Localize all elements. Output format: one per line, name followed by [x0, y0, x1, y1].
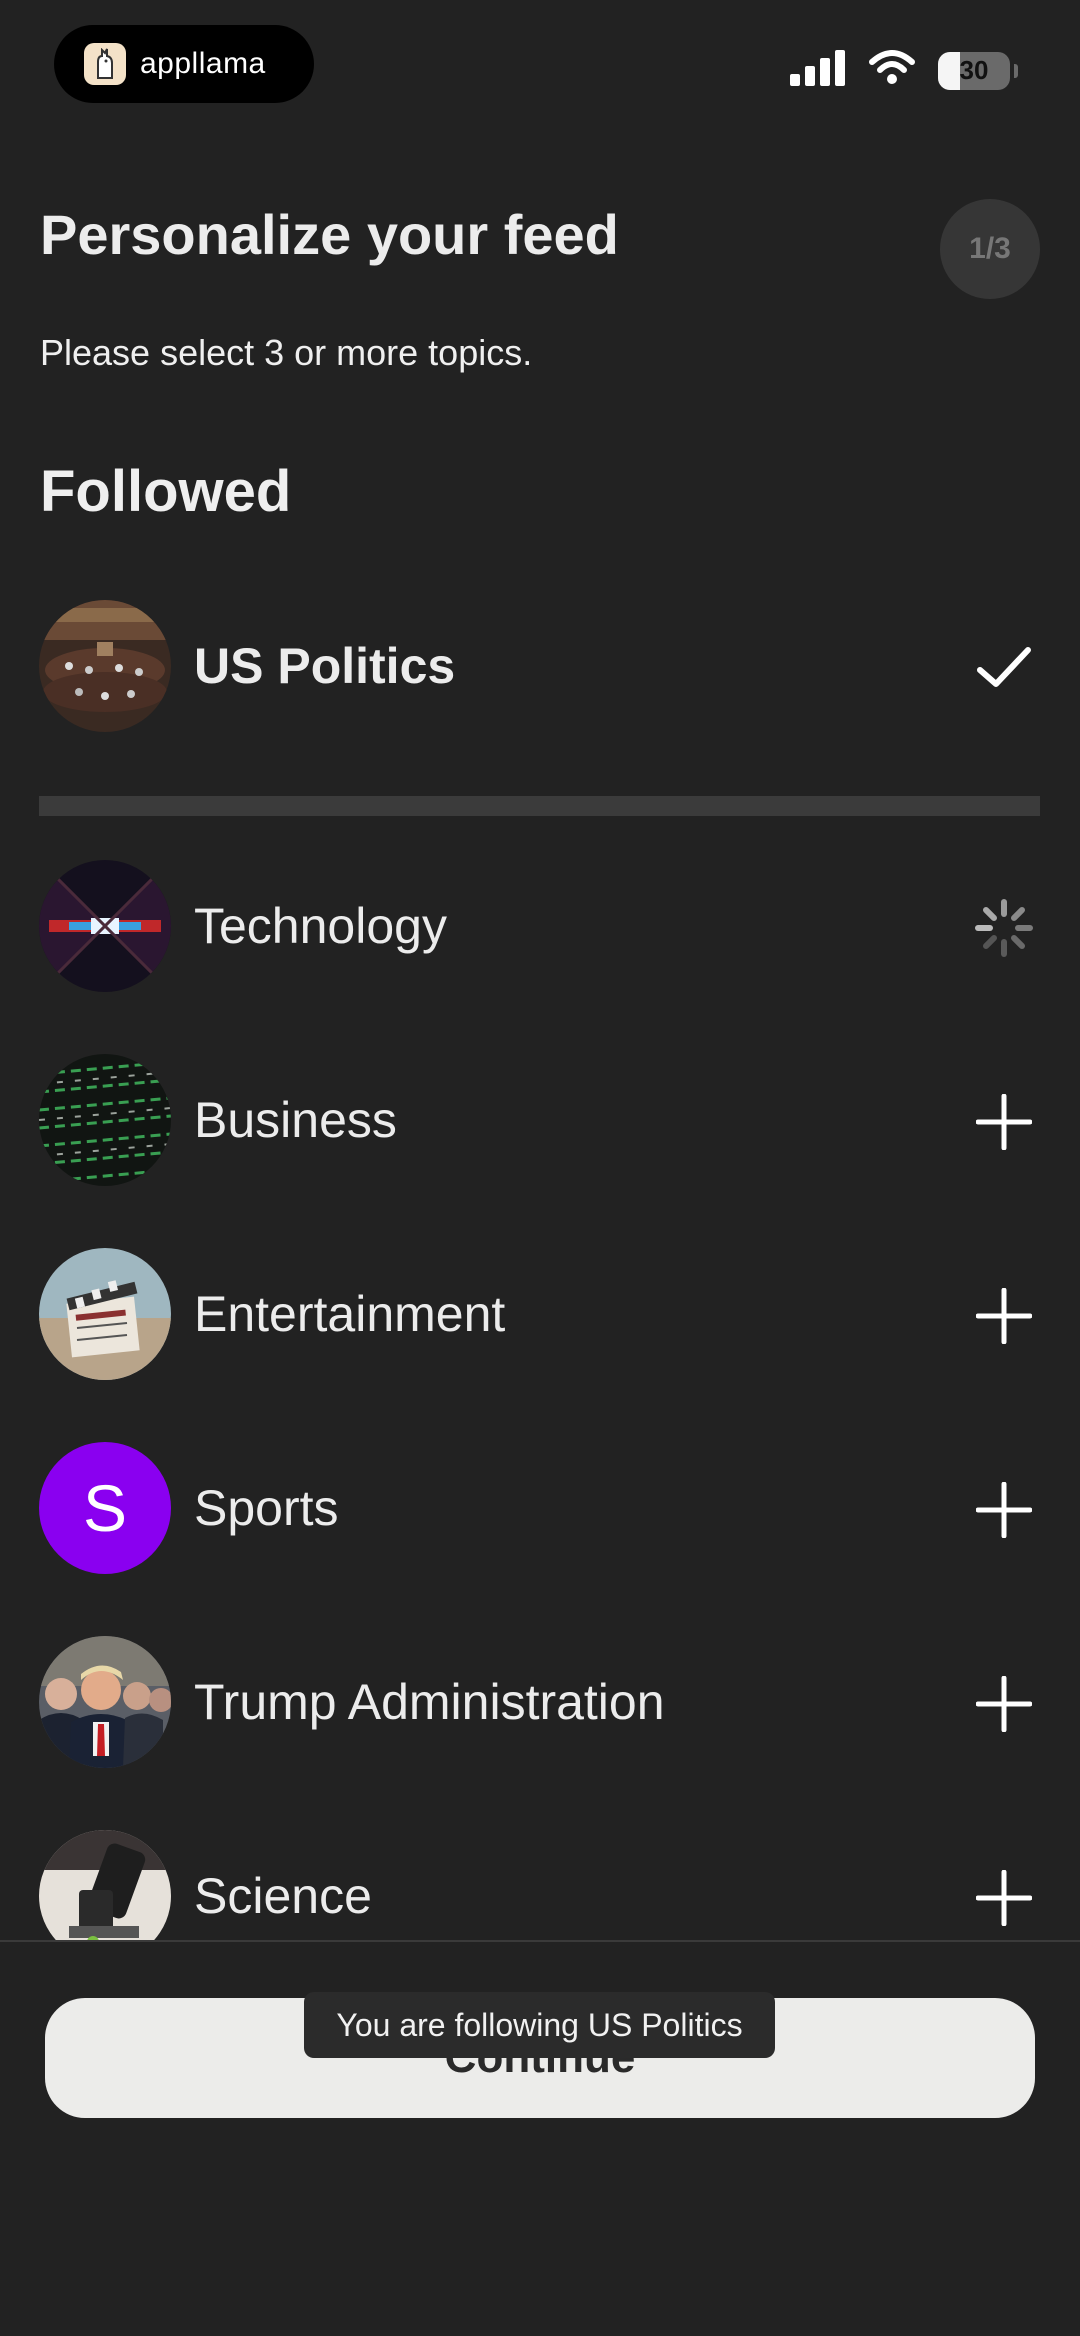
topic-row-entertainment[interactable]: Entertainment: [0, 1248, 1080, 1382]
topic-row-technology[interactable]: Technology: [0, 860, 1080, 994]
section-divider: [39, 796, 1040, 816]
technology-avatar: [39, 860, 171, 992]
toast-notification: You are following US Politics: [304, 1992, 775, 2058]
spinner-icon: [972, 896, 1036, 960]
business-avatar: [39, 1054, 171, 1186]
topic-row-science[interactable]: Science: [0, 1830, 1080, 1940]
us-politics-avatar: [39, 600, 171, 732]
topic-label: Sports: [194, 1480, 339, 1536]
plus-icon[interactable]: [972, 1284, 1036, 1348]
topic-label: Entertainment: [194, 1286, 506, 1342]
followed-heading: Followed: [40, 459, 292, 524]
trump-administration-avatar: [39, 1636, 171, 1768]
plus-icon[interactable]: [972, 1672, 1036, 1736]
step-indicator: 1/3: [940, 199, 1040, 299]
topic-row-us-politics[interactable]: US Politics: [0, 600, 1080, 734]
subtitle: Please select 3 or more topics.: [40, 332, 533, 373]
plus-icon[interactable]: [972, 1090, 1036, 1154]
topic-label: Trump Administration: [194, 1674, 665, 1730]
topic-row-trump-administration[interactable]: Trump Administration: [0, 1636, 1080, 1770]
topic-label: US Politics: [194, 638, 456, 694]
scroll-area[interactable]: Personalize your feed 1/3 Please select …: [0, 0, 1080, 1940]
science-avatar: [39, 1830, 171, 1940]
footer-divider: [0, 1940, 1080, 1942]
plus-icon[interactable]: [972, 1478, 1036, 1542]
page-title: Personalize your feed: [40, 203, 619, 266]
entertainment-avatar: [39, 1248, 171, 1380]
sports-avatar-letter: S: [82, 1471, 128, 1545]
topic-label: Science: [194, 1868, 372, 1924]
plus-icon[interactable]: [972, 1866, 1036, 1930]
checkmark-icon[interactable]: [972, 636, 1036, 700]
topic-row-sports[interactable]: S Sports: [0, 1442, 1080, 1576]
sports-avatar: S: [39, 1442, 171, 1574]
topic-label: Business: [194, 1092, 397, 1148]
topic-row-business[interactable]: Business: [0, 1054, 1080, 1188]
topic-label: Technology: [194, 898, 447, 954]
